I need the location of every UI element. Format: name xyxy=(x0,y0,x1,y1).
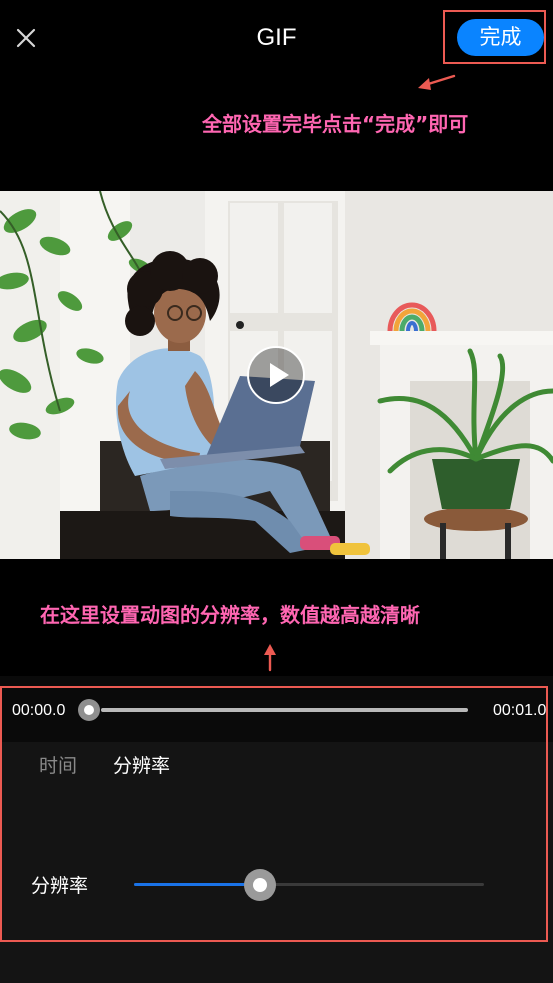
annotation-arrow-icon xyxy=(418,74,456,90)
play-icon xyxy=(270,363,289,387)
play-button[interactable] xyxy=(247,346,305,404)
resolution-annotation: 在这里设置动图的分辨率，数值越高越清晰 xyxy=(40,603,420,627)
done-annotation: 全部设置完毕点击“完成”即可 xyxy=(202,112,469,136)
settings-highlight-box xyxy=(0,686,548,942)
done-button[interactable]: 完成 xyxy=(457,19,544,56)
annotation-up-arrow-icon xyxy=(264,644,276,672)
